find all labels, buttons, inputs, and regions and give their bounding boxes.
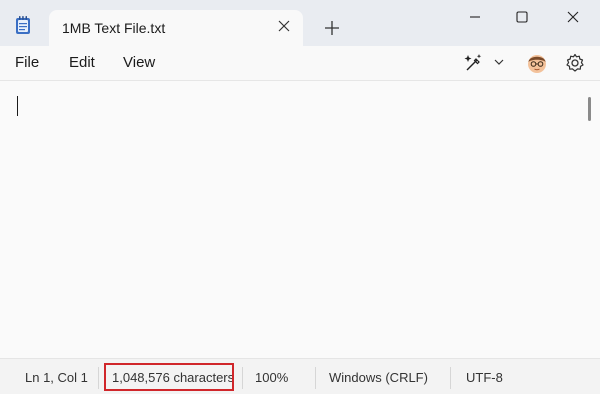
cursor-position: Ln 1, Col 1 bbox=[25, 370, 88, 385]
close-icon[interactable] bbox=[277, 19, 291, 33]
status-divider bbox=[98, 367, 99, 389]
notepad-icon bbox=[16, 16, 30, 34]
status-divider bbox=[242, 367, 243, 389]
gear-icon[interactable] bbox=[564, 52, 586, 74]
status-divider bbox=[315, 367, 316, 389]
avatar-icon[interactable] bbox=[525, 51, 549, 75]
menu-bar: File Edit View bbox=[0, 46, 600, 80]
vertical-scrollbar[interactable] bbox=[588, 97, 591, 121]
status-divider bbox=[450, 367, 451, 389]
chevron-down-icon[interactable] bbox=[493, 56, 505, 68]
text-editor[interactable] bbox=[0, 80, 600, 358]
status-bar: Ln 1, Col 1 1,048,576 characters 100% Wi… bbox=[0, 358, 600, 394]
notepad-window: 1MB Text File.txt File Edit View Ln 1, C… bbox=[0, 0, 600, 394]
title-bar: 1MB Text File.txt bbox=[0, 0, 600, 46]
tab-1mb-text-file[interactable]: 1MB Text File.txt bbox=[49, 10, 303, 46]
plus-icon[interactable] bbox=[322, 18, 342, 38]
character-count-highlight bbox=[104, 363, 234, 391]
line-ending[interactable]: Windows (CRLF) bbox=[329, 370, 428, 385]
menu-view[interactable]: View bbox=[123, 54, 155, 71]
maximize-icon[interactable] bbox=[499, 6, 545, 28]
minimize-icon[interactable] bbox=[452, 6, 498, 28]
menu-edit[interactable]: Edit bbox=[69, 54, 95, 71]
text-caret bbox=[17, 96, 18, 116]
close-icon[interactable] bbox=[550, 6, 596, 28]
menu-file[interactable]: File bbox=[15, 54, 39, 71]
copilot-icon[interactable] bbox=[462, 52, 484, 74]
tab-title: 1MB Text File.txt bbox=[62, 20, 166, 36]
zoom-level[interactable]: 100% bbox=[255, 370, 288, 385]
encoding[interactable]: UTF-8 bbox=[466, 370, 503, 385]
